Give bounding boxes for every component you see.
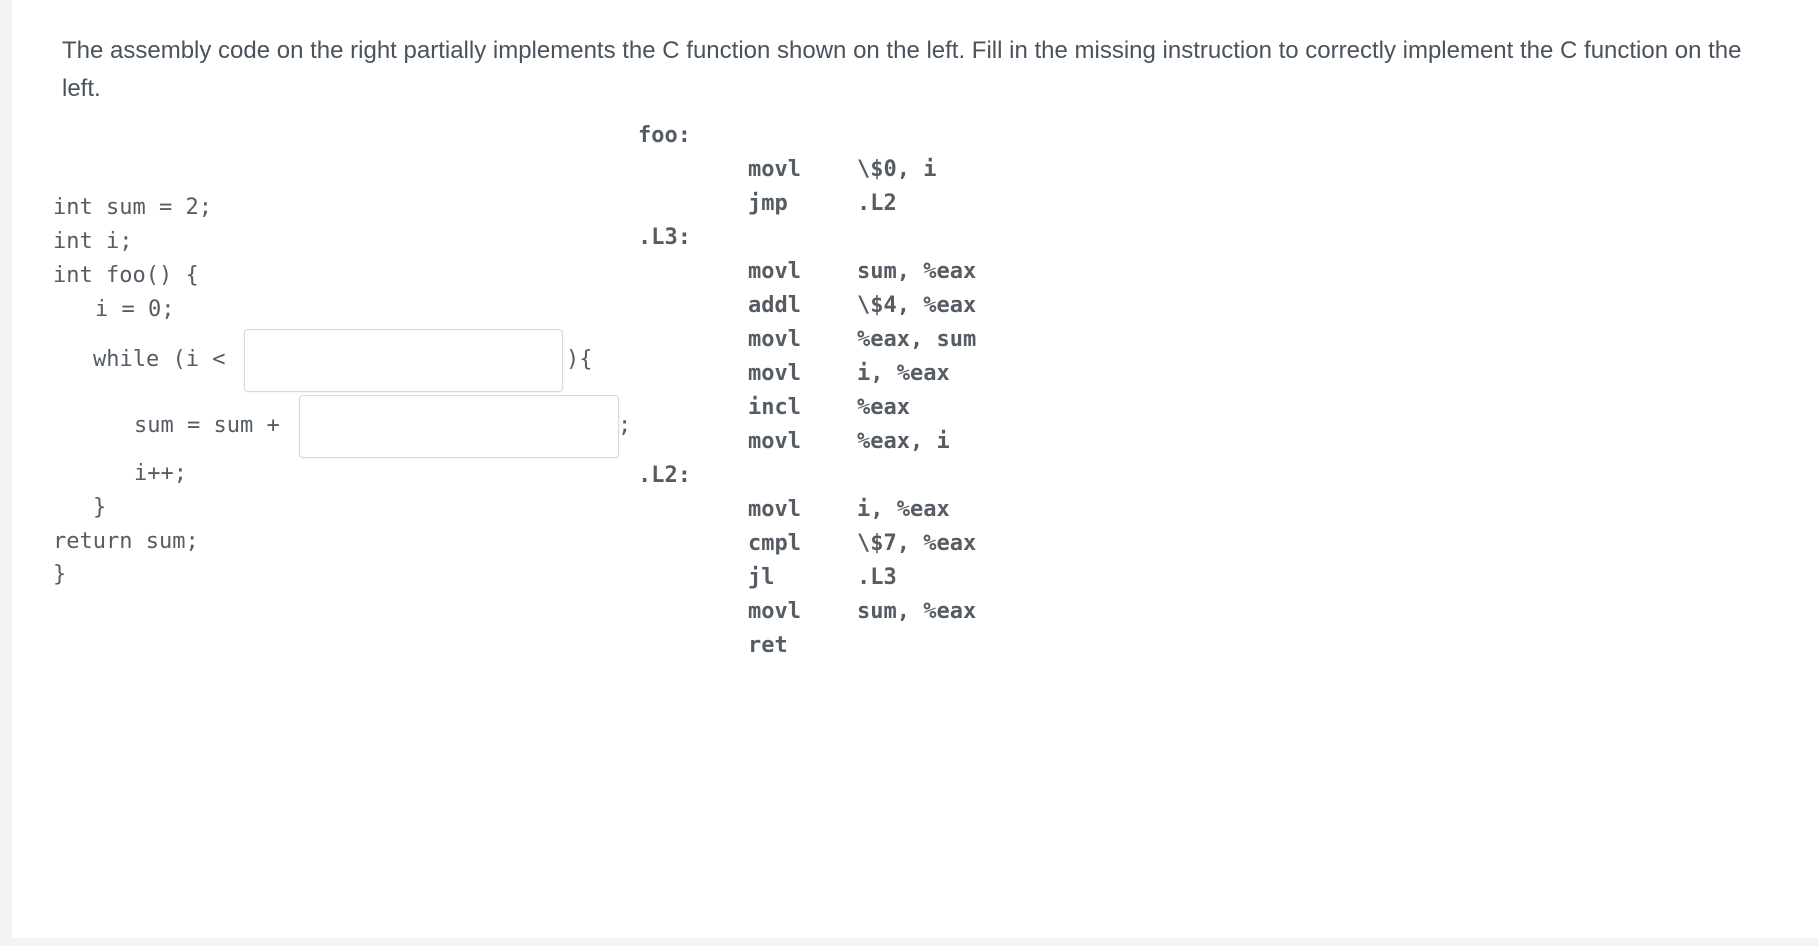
c-line-return: return sum;	[53, 529, 199, 554]
asm-label-l2: .L2:	[638, 463, 691, 488]
asm-op: ret	[748, 633, 788, 658]
question-prompt: The assembly code on the right partially…	[62, 37, 1742, 102]
asm-args: %eax, sum	[857, 327, 977, 352]
asm-op: movl	[748, 599, 801, 624]
c-line-sum-decl: int sum = 2;	[53, 195, 212, 220]
asm-args: i, %eax	[857, 497, 950, 522]
asm-label-foo: foo:	[638, 123, 691, 148]
asm-op: movl	[748, 259, 801, 284]
asm-args: %eax	[857, 395, 910, 420]
asm-op: addl	[748, 293, 801, 318]
asm-args: i, %eax	[857, 361, 950, 386]
asm-op: movl	[748, 429, 801, 454]
c-line-i-decl: int i;	[53, 229, 133, 254]
asm-args: .L2	[857, 191, 897, 216]
question-panel: The assembly code on the right partially…	[12, 0, 1818, 938]
asm-args: .L3	[857, 565, 897, 590]
c-line-while-suffix: ){	[566, 347, 593, 372]
asm-op: jmp	[748, 191, 788, 216]
asm-args: \$7, %eax	[857, 531, 977, 556]
asm-args: sum, %eax	[857, 259, 977, 284]
c-line-function-header: int foo() {	[53, 263, 199, 288]
loop-bound-input[interactable]	[244, 329, 563, 392]
c-line-sum-prefix: sum = sum +	[134, 413, 280, 438]
asm-op: movl	[748, 327, 801, 352]
c-line-increment: i++;	[134, 461, 187, 486]
asm-op: movl	[748, 157, 801, 182]
asm-op: movl	[748, 361, 801, 386]
asm-op: movl	[748, 497, 801, 522]
asm-args: \$4, %eax	[857, 293, 977, 318]
asm-label-l3: .L3:	[638, 225, 691, 250]
c-line-sum-suffix: ;	[618, 413, 632, 438]
c-line-function-close: }	[53, 562, 67, 587]
asm-op: cmpl	[748, 531, 801, 556]
asm-args: %eax, i	[857, 429, 950, 454]
asm-args: sum, %eax	[857, 599, 977, 624]
sum-addend-input[interactable]	[299, 395, 619, 458]
c-line-i-init: i = 0;	[95, 297, 175, 322]
asm-op: incl	[748, 395, 801, 420]
asm-op: jl	[748, 565, 775, 590]
asm-args: \$0, i	[857, 157, 937, 182]
c-line-while-prefix: while (i <	[93, 347, 226, 372]
c-line-loop-close: }	[93, 495, 107, 520]
